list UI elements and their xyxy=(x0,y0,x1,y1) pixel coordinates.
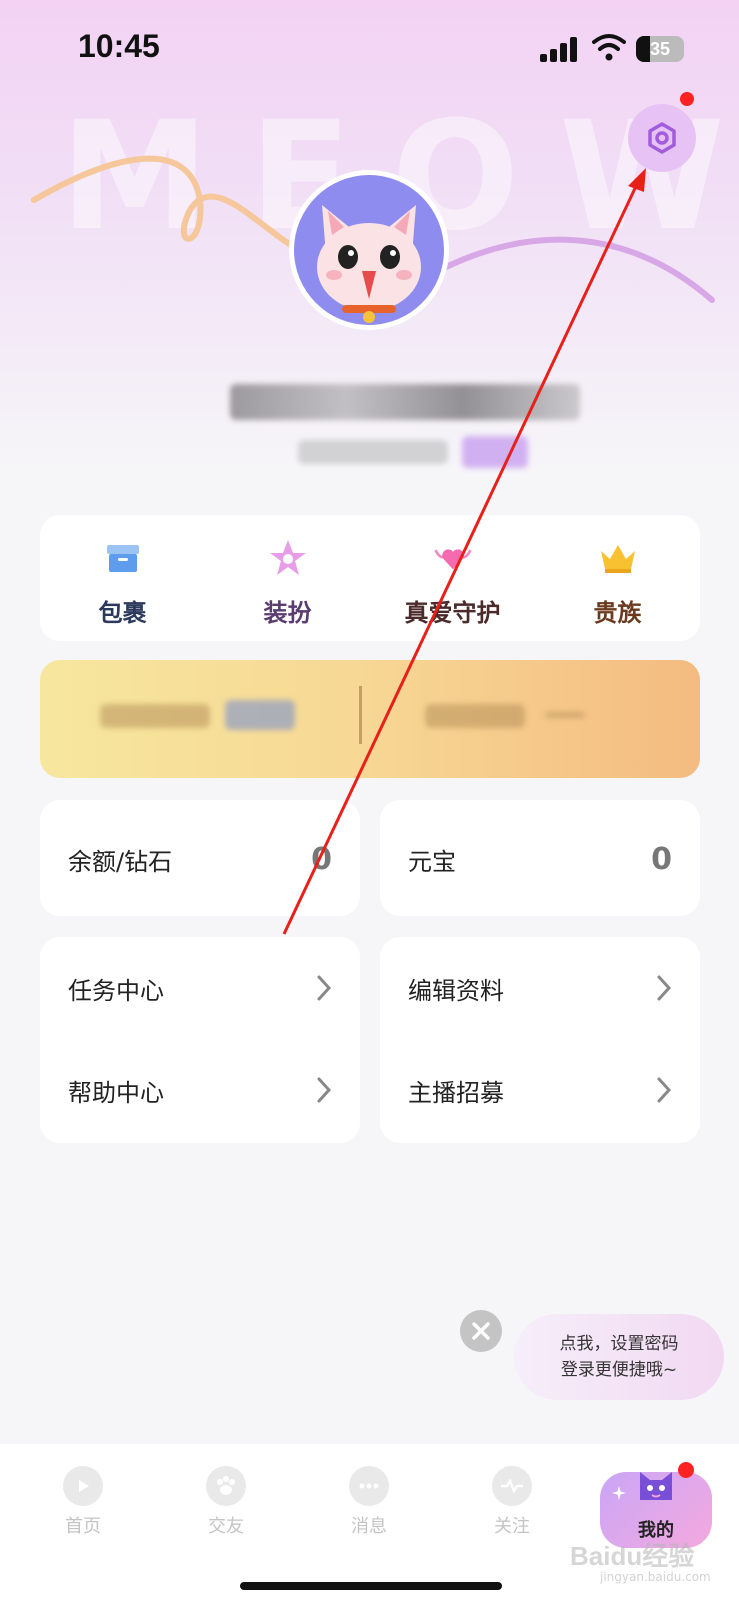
chevron-right-icon xyxy=(317,975,332,1001)
menu-item-task-center[interactable]: 任务中心 xyxy=(40,937,360,1039)
paw-icon xyxy=(206,1466,246,1506)
close-icon xyxy=(472,1322,490,1340)
menu-item-label: 编辑资料 xyxy=(408,976,504,1005)
quick-action-outfit[interactable]: 装扮 xyxy=(205,515,370,641)
menu-item-label: 任务中心 xyxy=(68,976,164,1005)
quick-action-label: 真爱守护 xyxy=(404,599,501,627)
level-badge-blurred xyxy=(225,700,295,730)
star-outfit-icon xyxy=(267,537,309,579)
home-indicator xyxy=(240,1582,502,1590)
diamond-balance-card[interactable]: 余额/钻石 0 xyxy=(40,800,360,916)
quick-action-label: 贵族 xyxy=(593,599,642,627)
status-bar: 10:45 35 xyxy=(0,0,739,96)
quick-actions-card: 包裹 装扮 真爱守护 贵族 xyxy=(40,515,700,641)
signal-icon xyxy=(540,36,580,62)
tab-home[interactable]: 首页 xyxy=(28,1466,138,1538)
wifi-icon xyxy=(592,34,626,61)
menu-item-label: 主播招募 xyxy=(408,1078,504,1107)
battery-level: 35 xyxy=(649,39,671,59)
yuanbao-balance-card[interactable]: 元宝 0 xyxy=(380,800,700,916)
menu-card-left: 任务中心 帮助中心 xyxy=(40,937,360,1143)
tab-messages[interactable]: 消息 xyxy=(314,1466,424,1538)
settings-hexagon-icon xyxy=(648,122,676,154)
diamond-balance-label: 余额/钻石 xyxy=(68,848,173,876)
tab-label: 首页 xyxy=(65,1516,101,1537)
quick-action-label: 装扮 xyxy=(263,599,312,627)
menu-item-help-center[interactable]: 帮助中心 xyxy=(40,1039,360,1141)
chevron-right-icon xyxy=(317,1077,332,1103)
level-banner[interactable] xyxy=(40,660,700,778)
wealth-value-blurred xyxy=(545,712,585,718)
chat-icon xyxy=(349,1466,389,1506)
wealth-label-blurred xyxy=(425,704,525,728)
heart-wings-icon xyxy=(432,537,474,579)
tab-label: 交友 xyxy=(208,1516,244,1537)
tip-line-1: 点我，设置密码 xyxy=(559,1334,679,1354)
settings-button[interactable] xyxy=(628,104,696,172)
tab-friends[interactable]: 交友 xyxy=(171,1466,281,1538)
sparkle-icon xyxy=(612,1486,626,1500)
settings-notification-dot xyxy=(680,92,694,106)
avatar[interactable] xyxy=(289,170,449,330)
cat-avatar-icon xyxy=(317,205,421,323)
set-password-tip[interactable]: 点我，设置密码 登录更便捷哦~ xyxy=(514,1314,724,1400)
quick-action-package[interactable]: 包裹 xyxy=(40,515,205,641)
diamond-balance-value: 0 xyxy=(311,842,332,877)
quick-action-label: 包裹 xyxy=(98,599,147,627)
menu-item-label: 帮助中心 xyxy=(68,1078,164,1107)
tip-line-2: 登录更便捷哦~ xyxy=(560,1360,678,1380)
chevron-right-icon xyxy=(657,975,672,1001)
quick-action-noble[interactable]: 贵族 xyxy=(535,515,700,641)
level-label-blurred xyxy=(100,704,210,728)
yuanbao-balance-value: 0 xyxy=(651,842,672,877)
crown-icon xyxy=(597,537,639,579)
user-badge-blurred xyxy=(462,436,528,468)
tab-follow[interactable]: 关注 xyxy=(457,1466,567,1538)
banner-divider xyxy=(359,686,362,744)
username-blurred xyxy=(230,384,580,420)
tab-me-notification-dot xyxy=(678,1462,694,1478)
battery-icon: 35 xyxy=(636,36,684,62)
status-time: 10:45 xyxy=(78,28,160,64)
user-id-blurred xyxy=(298,440,448,464)
package-icon xyxy=(102,537,144,579)
menu-card-right: 编辑资料 主播招募 xyxy=(380,937,700,1143)
baidu-watermark-logo: Baidu经验 xyxy=(570,1541,695,1571)
tab-label: 消息 xyxy=(351,1516,387,1537)
cat-icon xyxy=(640,1472,672,1500)
quick-action-true-love[interactable]: 真爱守护 xyxy=(370,515,535,641)
chevron-right-icon xyxy=(657,1077,672,1103)
baidu-watermark-url: jingyan.baidu.com xyxy=(600,1570,711,1584)
menu-item-edit-profile[interactable]: 编辑资料 xyxy=(380,937,700,1039)
heartbeat-icon xyxy=(492,1466,532,1506)
yuanbao-balance-label: 元宝 xyxy=(408,848,456,876)
play-icon xyxy=(63,1466,103,1506)
menu-item-anchor-recruit[interactable]: 主播招募 xyxy=(380,1039,700,1141)
tip-close-button[interactable] xyxy=(460,1310,502,1352)
tab-label: 关注 xyxy=(494,1516,530,1537)
